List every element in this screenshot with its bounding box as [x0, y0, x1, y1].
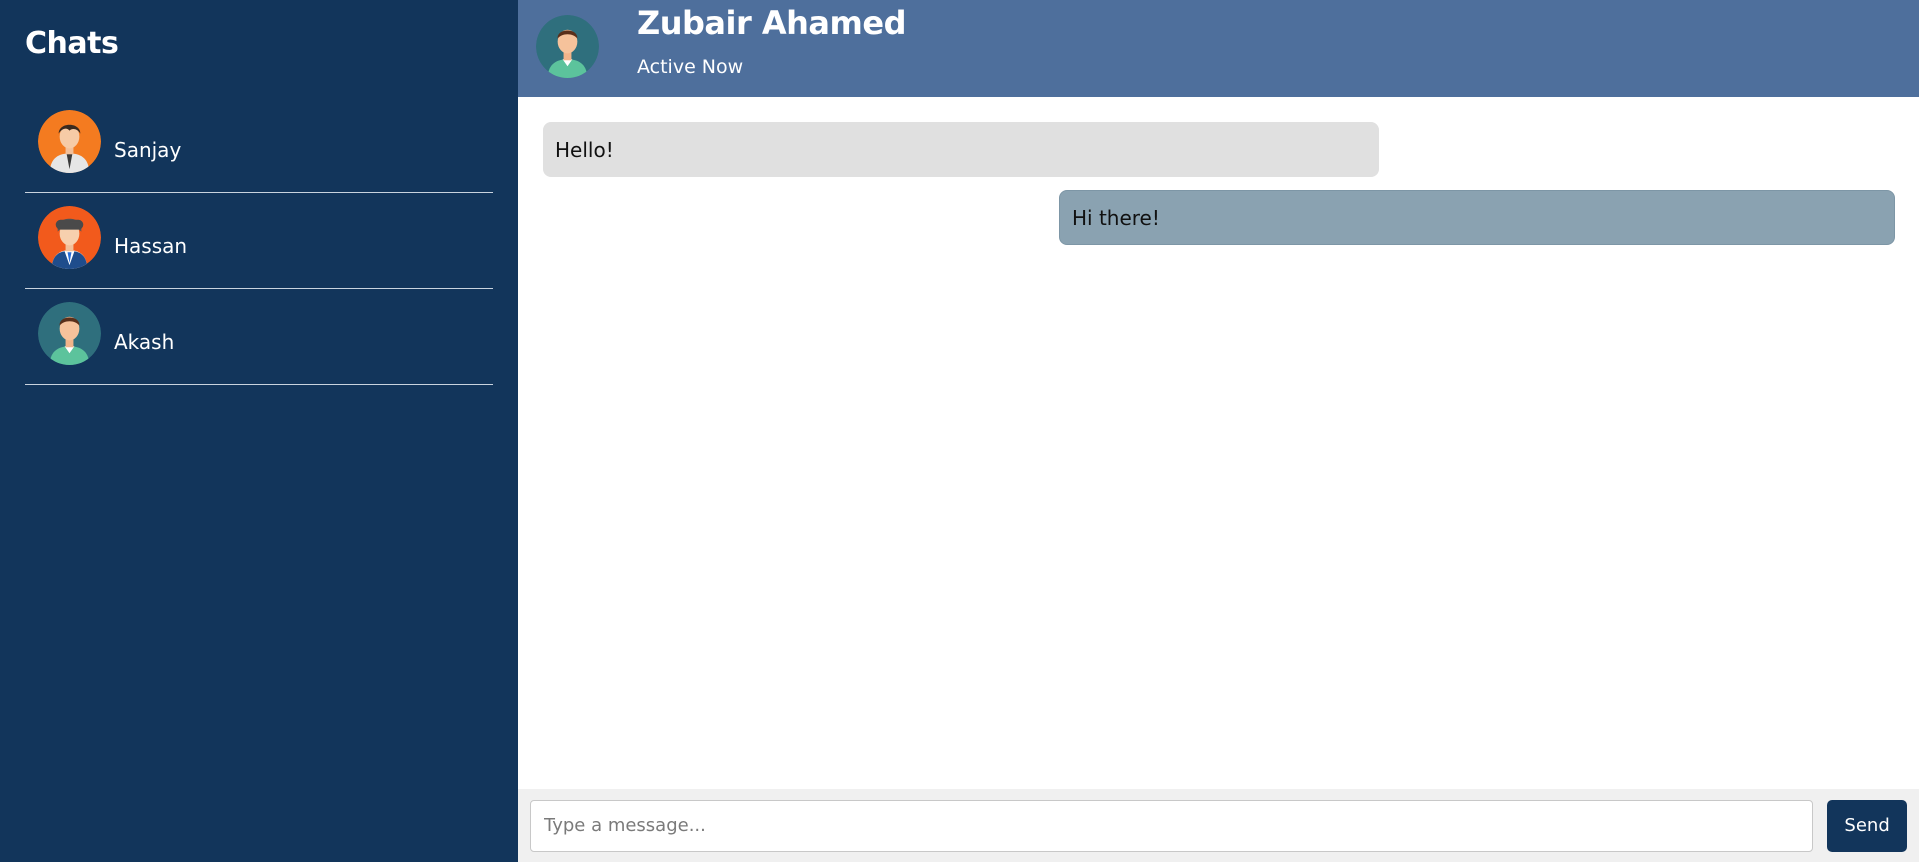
avatar — [38, 302, 101, 365]
contact-info: Zubair Ahamed Active Now — [637, 0, 906, 78]
message-bubble-received: Hello! — [543, 122, 1379, 177]
avatar — [38, 206, 101, 269]
message-text: Hi there! — [1072, 205, 1160, 230]
message-input[interactable] — [530, 799, 1814, 852]
message-list[interactable]: Hello! Hi there! — [518, 97, 1919, 789]
avatar — [38, 110, 101, 173]
message-composer: Send — [518, 789, 1919, 862]
sidebar-item-label: Hassan — [114, 233, 188, 258]
sidebar-item-akash[interactable]: Akash — [25, 289, 493, 385]
avatar — [536, 15, 599, 78]
send-button[interactable]: Send — [1827, 799, 1907, 852]
sidebar-item-hassan[interactable]: Hassan — [25, 193, 493, 289]
contact-status: Active Now — [637, 56, 744, 78]
chat-app: Chats Sanjay Hassan Akash Zubair Ahamed … — [0, 0, 1919, 862]
message-bubble-sent: Hi there! — [1059, 190, 1895, 245]
message-text: Hello! — [555, 137, 614, 162]
sidebar-item-label: Sanjay — [114, 137, 182, 162]
contact-name: Zubair Ahamed — [637, 4, 906, 42]
sidebar-title: Chats — [25, 26, 119, 61]
conversation-panel: Zubair Ahamed Active Now Hello! Hi there… — [518, 0, 1919, 862]
sidebar-item-label: Akash — [114, 329, 175, 354]
sidebar-item-sanjay[interactable]: Sanjay — [25, 97, 493, 193]
conversation-header: Zubair Ahamed Active Now — [518, 0, 1919, 97]
chat-sidebar: Chats Sanjay Hassan Akash — [0, 0, 518, 862]
